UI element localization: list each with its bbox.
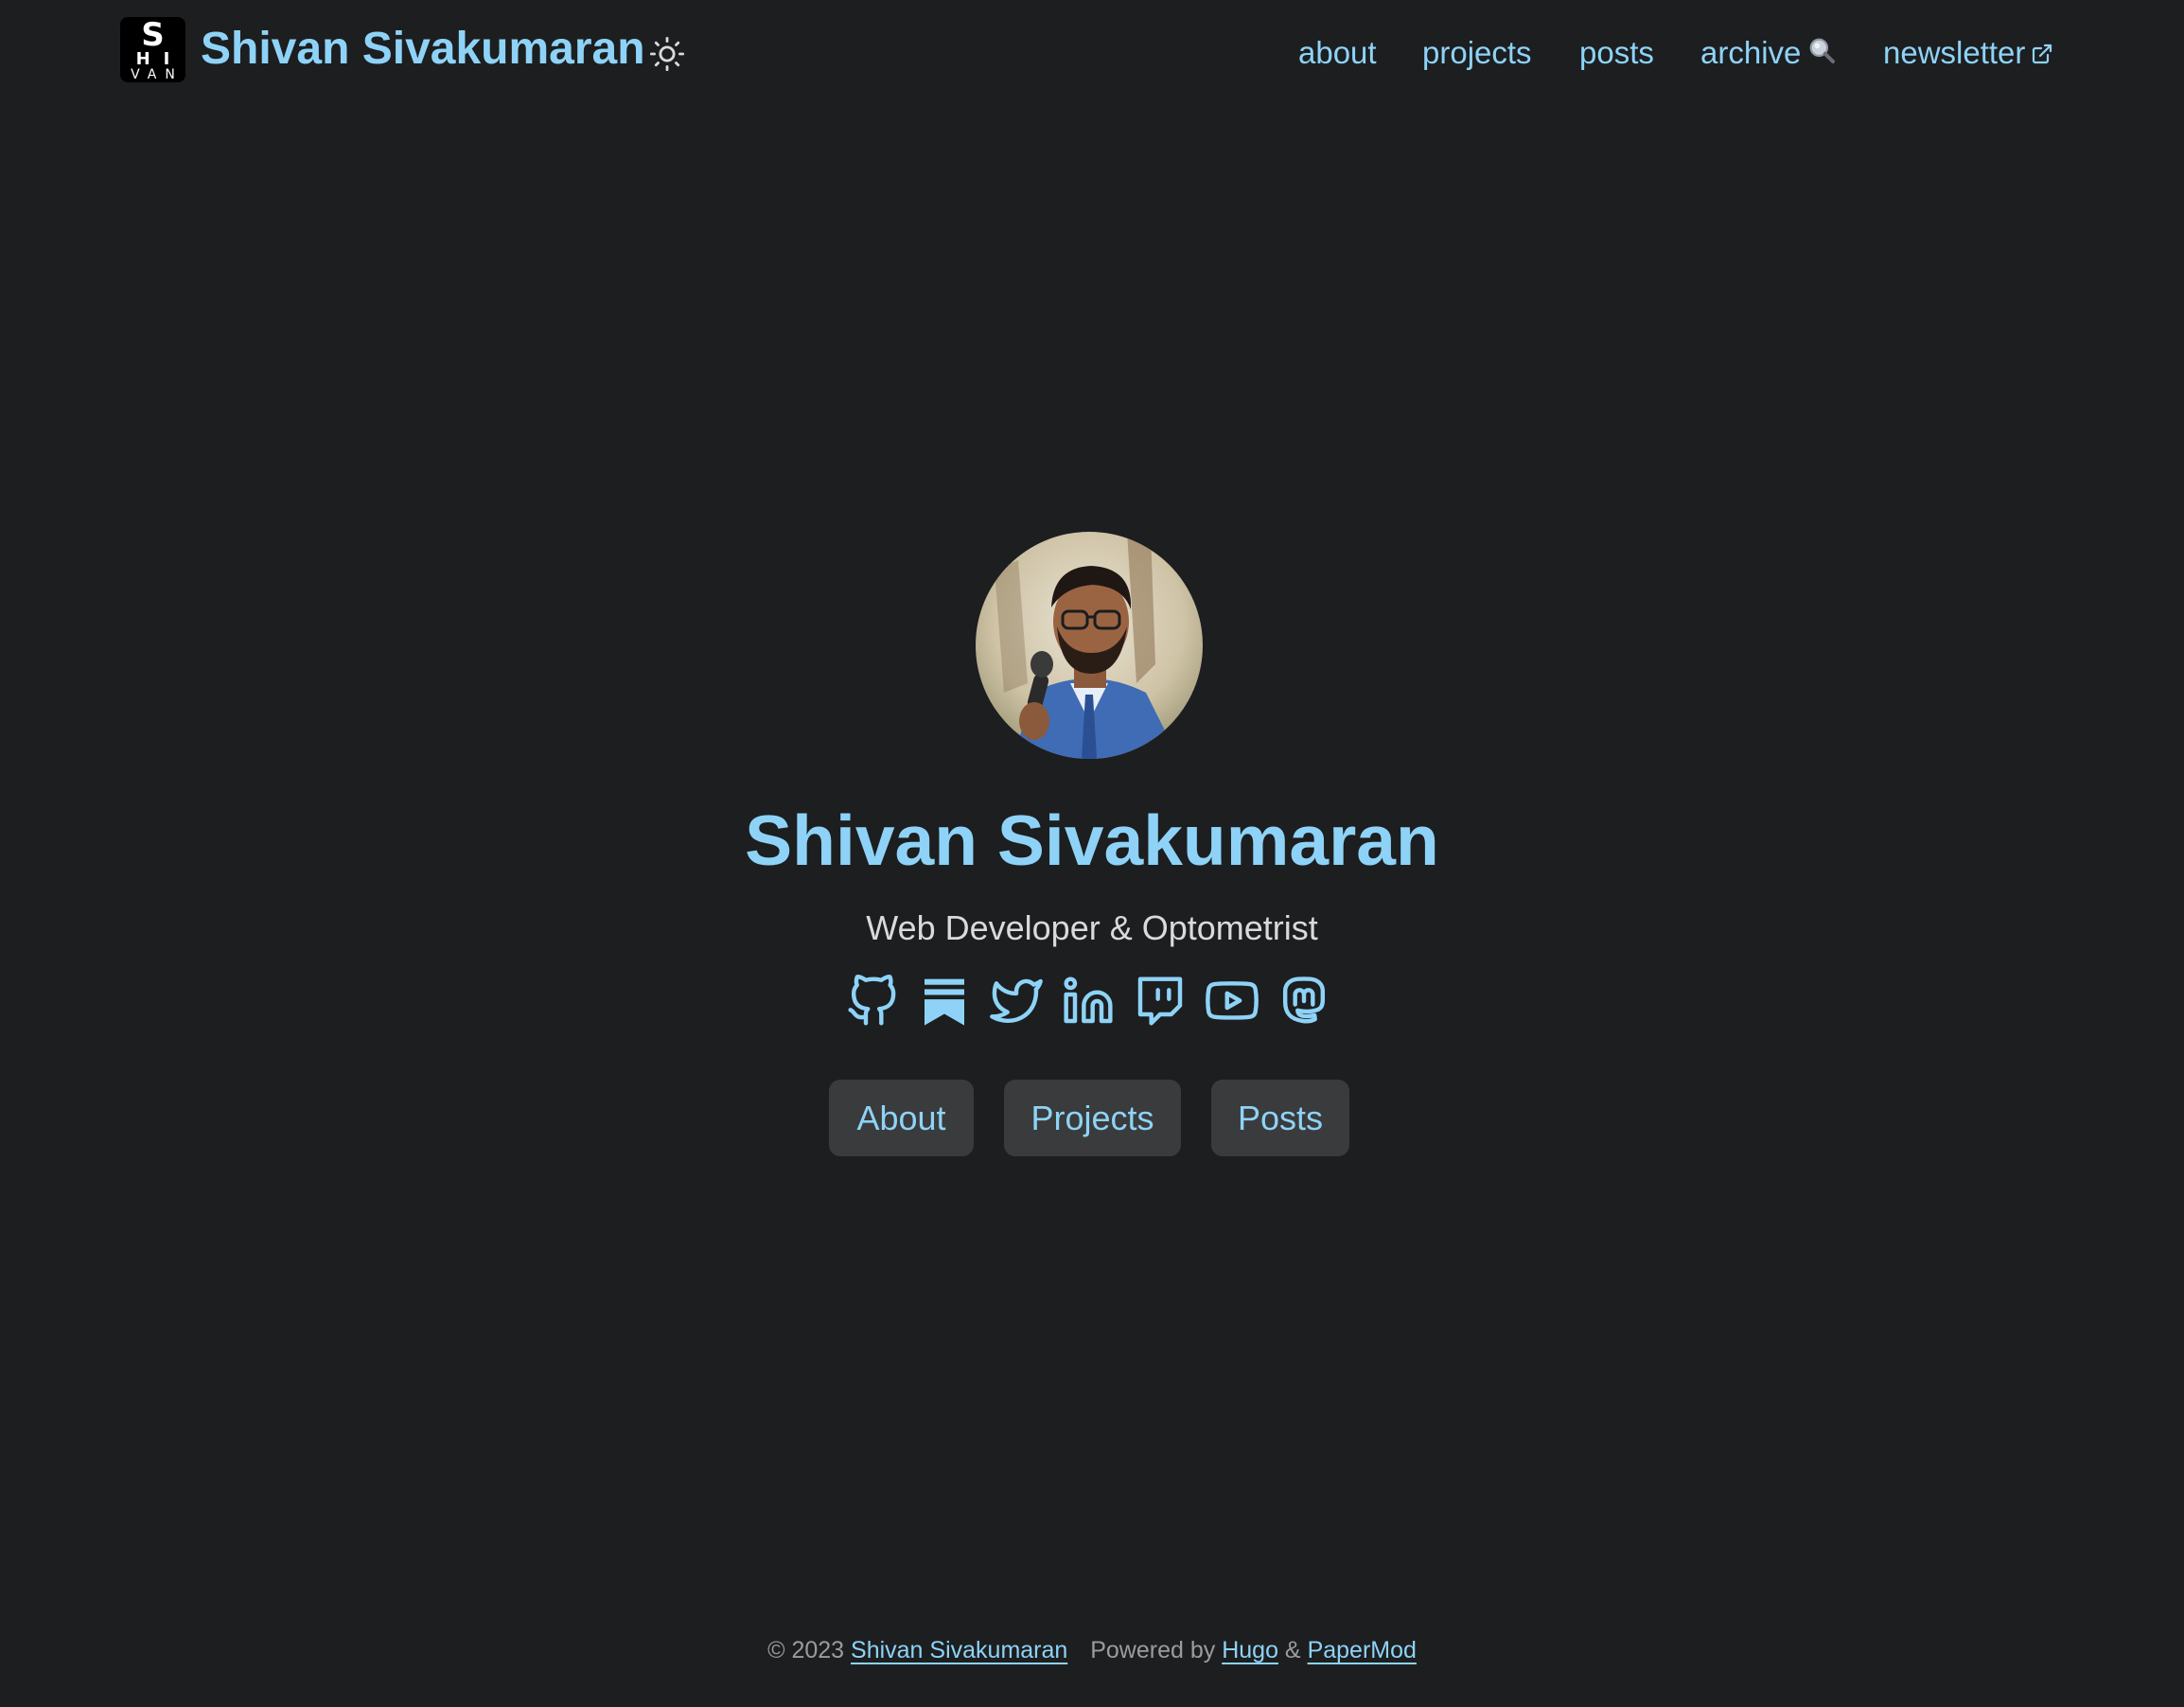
site-header: S HI VAN Shivan Sivakumaran about projec… <box>0 0 2184 108</box>
site-footer: © 2023 Shivan Sivakumaran Powered by Hug… <box>0 1633 2184 1667</box>
nav-about[interactable]: about <box>1298 32 1377 74</box>
footer-author-link[interactable]: Shivan Sivakumaran <box>851 1637 1067 1663</box>
twitter-icon[interactable] <box>990 975 1043 1028</box>
social-icons <box>0 975 2184 1031</box>
nav-newsletter-label: newsletter <box>1883 35 2026 70</box>
page: S HI VAN Shivan Sivakumaran about projec… <box>0 0 2184 1707</box>
profile-name: Shivan Sivakumaran <box>745 801 1439 880</box>
youtube-icon[interactable] <box>1206 975 1259 1028</box>
nav-posts-label: posts <box>1579 35 1654 70</box>
substack-icon[interactable] <box>918 975 971 1028</box>
github-icon[interactable] <box>846 975 899 1028</box>
external-link-icon <box>2031 34 2053 76</box>
nav-about-label: about <box>1298 35 1377 70</box>
footer-papermod-link[interactable]: PaperMod <box>1308 1637 1417 1663</box>
about-button[interactable]: About <box>829 1080 974 1156</box>
twitch-icon[interactable] <box>1134 975 1187 1028</box>
linkedin-icon[interactable] <box>1062 975 1115 1028</box>
footer-ampersand: & <box>1284 1637 1301 1663</box>
nav-projects-label: projects <box>1422 35 1532 70</box>
nav-projects[interactable]: projects <box>1422 32 1532 74</box>
footer-powered-by: Powered by <box>1090 1637 1216 1663</box>
profile-buttons: About Projects Posts <box>0 1080 2184 1156</box>
nav-newsletter[interactable]: newsletter <box>1883 32 2053 76</box>
profile-avatar <box>976 532 1203 759</box>
main-nav: about projects posts archive newsletter <box>0 32 2184 74</box>
nav-archive[interactable]: archive <box>1700 32 1837 76</box>
footer-hugo-link[interactable]: Hugo <box>1222 1637 1278 1663</box>
posts-button[interactable]: Posts <box>1211 1080 1349 1156</box>
mastodon-icon[interactable] <box>1277 975 1330 1028</box>
search-icon <box>1806 34 1837 76</box>
nav-posts[interactable]: posts <box>1579 32 1654 74</box>
profile-subtitle: Web Developer & Optometrist <box>866 908 1318 947</box>
nav-archive-label: archive <box>1700 35 1802 70</box>
projects-button[interactable]: Projects <box>1004 1080 1181 1156</box>
footer-copyright: © 2023 <box>767 1637 845 1663</box>
